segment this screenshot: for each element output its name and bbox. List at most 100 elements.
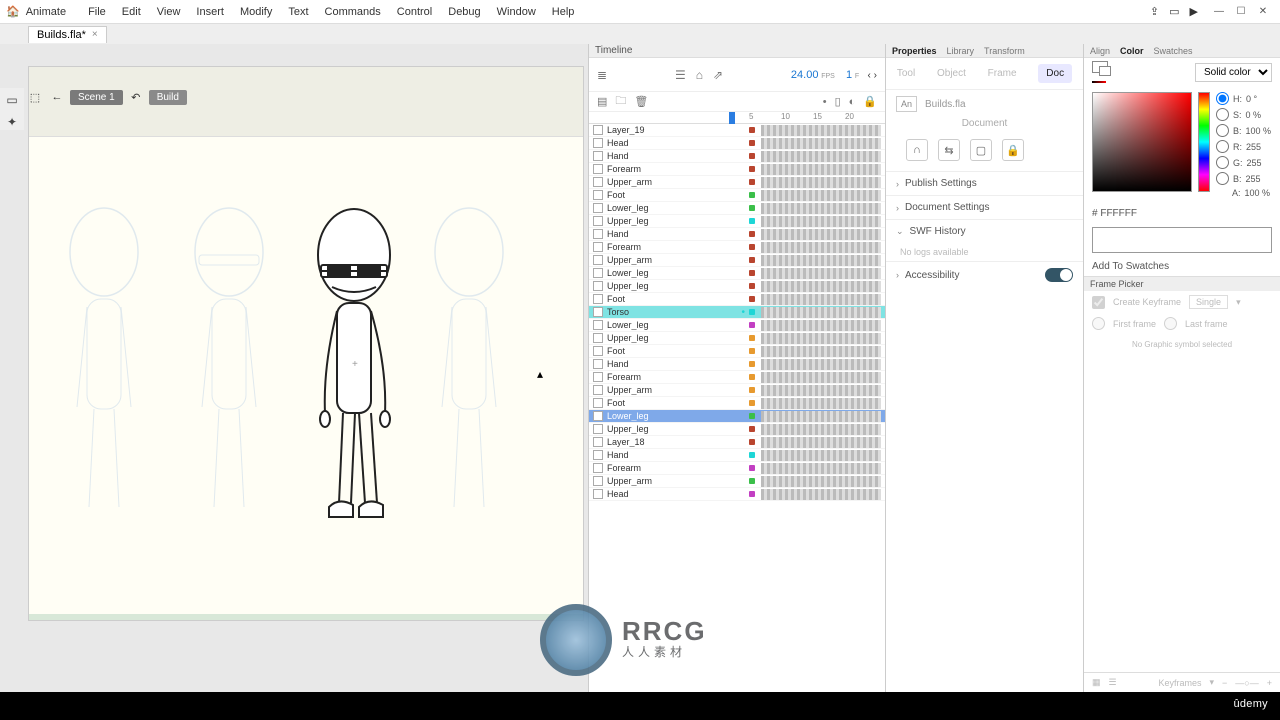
layer-color-icon[interactable]	[749, 361, 755, 367]
layer-row[interactable]: Hand	[589, 358, 885, 371]
menu-text[interactable]: Text	[288, 6, 308, 18]
layer-color-icon[interactable]	[749, 413, 755, 419]
layer-frames[interactable]	[761, 424, 881, 435]
color-type-select[interactable]: Solid color	[1195, 63, 1272, 82]
layer-visibility-icon[interactable]	[593, 138, 603, 148]
layer-color-icon[interactable]	[749, 322, 755, 328]
layer-frames[interactable]	[761, 203, 881, 214]
scene-arrow-icon[interactable]: ↶	[127, 88, 145, 106]
layer-row[interactable]: Forearm	[589, 241, 885, 254]
layer-row[interactable]: Foot	[589, 345, 885, 358]
selection-tool-icon[interactable]: ▭	[4, 92, 20, 108]
hex-value[interactable]: FFFFFF	[1100, 208, 1137, 219]
layer-frames[interactable]	[761, 125, 881, 136]
layer-frames[interactable]	[761, 242, 881, 253]
layer-color-icon[interactable]	[749, 400, 755, 406]
layer-visibility-icon[interactable]	[593, 385, 603, 395]
play-icon[interactable]: ▶	[1190, 5, 1198, 18]
layer-color-icon[interactable]	[749, 439, 755, 445]
doc-lock-icon[interactable]: 🔒	[1002, 139, 1024, 161]
layer-color-icon[interactable]	[749, 192, 755, 198]
layer-type-icon[interactable]: ≣	[597, 68, 607, 82]
layer-color-icon[interactable]	[749, 465, 755, 471]
layer-visibility-icon[interactable]	[593, 294, 603, 304]
layer-frames[interactable]	[761, 437, 881, 448]
menu-control[interactable]: Control	[397, 6, 432, 18]
layer-color-icon[interactable]	[749, 348, 755, 354]
layer-frames[interactable]	[761, 398, 881, 409]
layer-row[interactable]: Upper_leg	[589, 332, 885, 345]
hue-slider[interactable]	[1198, 92, 1210, 192]
workspace-icon[interactable]: ▭	[1169, 5, 1179, 18]
accessibility-toggle[interactable]	[1045, 268, 1073, 282]
layer-color-icon[interactable]	[749, 387, 755, 393]
layer-row[interactable]: Forearm	[589, 462, 885, 475]
layer-color-icon[interactable]	[749, 478, 755, 484]
layer-row[interactable]: Layer_19	[589, 124, 885, 137]
transform-tool-icon[interactable]: ✦	[4, 114, 20, 130]
menu-modify[interactable]: Modify	[240, 6, 272, 18]
layer-frames[interactable]	[761, 268, 881, 279]
add-to-swatches-button[interactable]: Add To Swatches	[1084, 257, 1280, 276]
layer-row[interactable]: Foot	[589, 293, 885, 306]
mode-object[interactable]: Object	[937, 68, 966, 79]
tab-close-icon[interactable]: ×	[92, 29, 98, 40]
menu-debug[interactable]: Debug	[448, 6, 480, 18]
tab-align[interactable]: Align	[1090, 46, 1110, 56]
layer-row[interactable]: Torso •	[589, 306, 885, 319]
layer-frames[interactable]	[761, 255, 881, 266]
layer-color-icon[interactable]	[749, 257, 755, 263]
layer-visibility-icon[interactable]	[593, 229, 603, 239]
menu-insert[interactable]: Insert	[196, 6, 224, 18]
layer-color-icon[interactable]	[749, 374, 755, 380]
playhead[interactable]	[729, 112, 735, 124]
menu-view[interactable]: View	[157, 6, 181, 18]
scene-chip[interactable]: Scene 1	[70, 90, 123, 105]
layer-frames[interactable]	[761, 216, 881, 227]
layer-color-icon[interactable]	[749, 218, 755, 224]
layer-row[interactable]: Upper_arm	[589, 475, 885, 488]
layer-visibility-icon[interactable]	[593, 190, 603, 200]
build-chip[interactable]: Build	[149, 90, 187, 105]
graph-icon[interactable]: ⇗	[713, 68, 723, 82]
h-radio[interactable]	[1216, 92, 1229, 105]
layer-visibility-icon[interactable]	[593, 450, 603, 460]
layer-visibility-icon[interactable]	[593, 346, 603, 356]
layer-frames[interactable]	[761, 307, 881, 318]
layer-frames[interactable]	[761, 190, 881, 201]
r-radio[interactable]	[1216, 140, 1229, 153]
layer-row[interactable]: Lower_leg	[589, 202, 885, 215]
new-layer-icon[interactable]: ▤	[597, 95, 607, 108]
layer-visibility-icon[interactable]	[593, 216, 603, 226]
onion-skin-icon[interactable]: ☰	[675, 68, 686, 82]
layer-color-icon[interactable]	[749, 491, 755, 497]
layer-visibility-icon[interactable]	[593, 411, 603, 421]
tab-swatches[interactable]: Swatches	[1154, 46, 1193, 56]
s-radio[interactable]	[1216, 108, 1229, 121]
zoom-in-icon[interactable]: +	[1267, 678, 1272, 688]
layer-row[interactable]: Upper_arm	[589, 176, 885, 189]
doc-stage-icon[interactable]: ▢	[970, 139, 992, 161]
layer-frames[interactable]	[761, 151, 881, 162]
menu-window[interactable]: Window	[497, 6, 536, 18]
tab-transform[interactable]: Transform	[984, 46, 1025, 56]
layer-frames[interactable]	[761, 177, 881, 188]
mode-frame[interactable]: Frame	[988, 68, 1017, 79]
layer-visibility-icon[interactable]	[593, 203, 603, 213]
layer-row[interactable]: Head	[589, 137, 885, 150]
doc-settings-icon[interactable]: ∩	[906, 139, 928, 161]
layer-row[interactable]: Upper_leg	[589, 280, 885, 293]
layer-row[interactable]: Upper_arm	[589, 254, 885, 267]
new-folder-icon[interactable]: 🗀	[615, 92, 626, 111]
section-swf-history[interactable]: ⌄ SWF History	[886, 219, 1083, 243]
layer-visibility-icon[interactable]	[593, 372, 603, 382]
layer-frames[interactable]	[761, 281, 881, 292]
mode-doc[interactable]: Doc	[1038, 64, 1072, 83]
layer-visibility-icon[interactable]	[593, 476, 603, 486]
menu-edit[interactable]: Edit	[122, 6, 141, 18]
layer-frames[interactable]	[761, 372, 881, 383]
section-document-settings[interactable]: › Document Settings	[886, 195, 1083, 219]
doc-advanced-icon[interactable]: ⇆	[938, 139, 960, 161]
layer-visibility-icon[interactable]	[593, 463, 603, 473]
frame-prev[interactable]: ‹	[868, 70, 871, 81]
